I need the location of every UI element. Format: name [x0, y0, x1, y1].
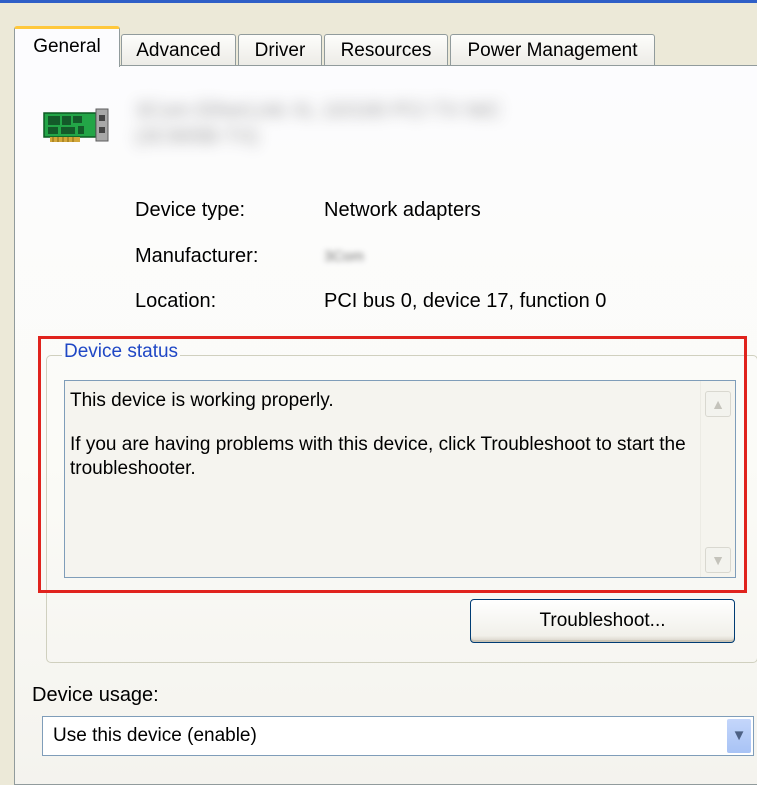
status-text: This device is working properly. If you …	[70, 389, 700, 501]
device-usage-select[interactable]: Use this device (enable) ▼	[42, 716, 754, 756]
tab-general[interactable]: General	[14, 26, 120, 67]
status-working-text: This device is working properly.	[70, 390, 334, 411]
device-usage-selected: Use this device (enable)	[53, 725, 257, 746]
device-status-textbox[interactable]: This device is working properly. If you …	[64, 380, 736, 578]
network-adapter-icon	[42, 107, 112, 151]
window-top-border	[0, 0, 757, 3]
device-status-legend: Device status	[62, 341, 181, 363]
location-label: Location:	[135, 290, 217, 312]
tab-advanced[interactable]: Advanced	[121, 34, 236, 66]
status-troubleshoot-hint: If you are having problems with this dev…	[70, 434, 686, 479]
troubleshoot-button[interactable]: Troubleshoot...	[470, 599, 735, 643]
manufacturer-label: Manufacturer:	[135, 245, 259, 267]
tab-driver[interactable]: Driver	[238, 34, 322, 66]
scroll-up-icon[interactable]: ▲	[705, 391, 731, 417]
device-type-label: Device type:	[135, 199, 246, 221]
device-type-value: Network adapters	[324, 199, 481, 221]
device-name: 3Com EtherLink XL 10/100 PCI TX NIC (3C9…	[135, 99, 502, 148]
status-scrollbar[interactable]: ▲ ▼	[700, 381, 735, 577]
scroll-down-icon[interactable]: ▼	[705, 547, 731, 573]
tab-power-management[interactable]: Power Management	[450, 34, 655, 66]
location-value: PCI bus 0, device 17, function 0	[324, 290, 607, 312]
manufacturer-value: 3Com	[324, 248, 365, 265]
device-usage-label: Device usage:	[32, 684, 159, 706]
chevron-down-icon[interactable]: ▼	[727, 719, 751, 753]
tab-resources[interactable]: Resources	[324, 34, 448, 66]
